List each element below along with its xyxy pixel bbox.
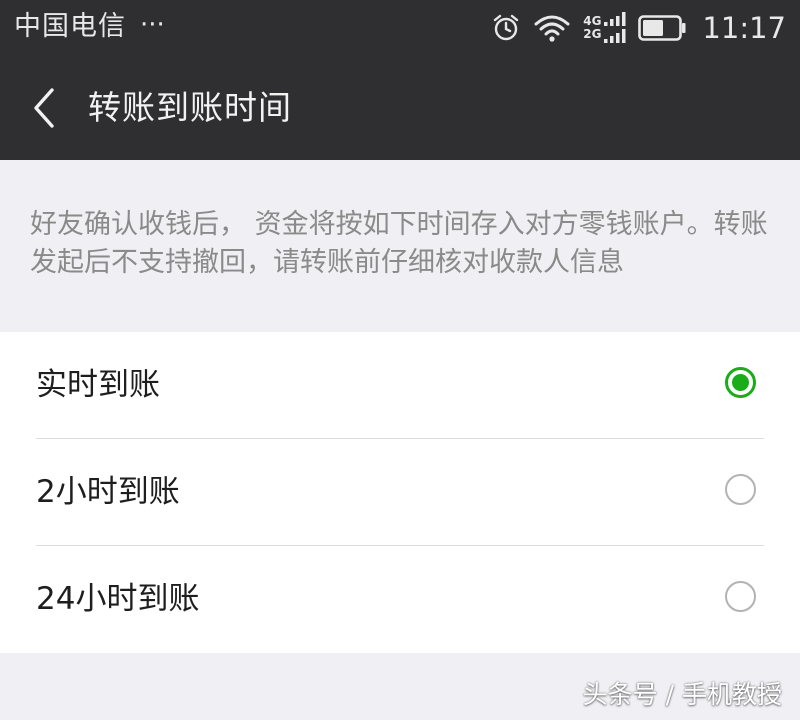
radio-unchecked-icon[interactable]: [725, 581, 756, 612]
alarm-icon: [494, 14, 519, 41]
status-time: 11:17: [702, 11, 786, 45]
transfer-notice: 好友确认收钱后， 资金将按如下时间存入对方零钱账户。转账发起后不支持撤回，请转账…: [30, 209, 768, 278]
battery-icon: [638, 15, 686, 41]
option-label: 实时到账: [36, 367, 160, 403]
radio-dot: [732, 374, 749, 391]
option-label: 2小时到账: [36, 474, 180, 510]
navigation-bar: 转账到账时间: [0, 56, 800, 160]
arrival-time-options: 实时到账 2小时到账 24小时到账: [0, 332, 800, 653]
network-type-secondary: 2G: [583, 27, 602, 41]
radio-checked-icon[interactable]: [725, 367, 756, 398]
signal-icon: [604, 12, 626, 43]
option-24-hours[interactable]: 24小时到账: [0, 546, 800, 652]
chevron-left-icon[interactable]: [28, 86, 62, 130]
carrier-name: 中国电信: [14, 11, 126, 42]
status-bar: 中国电信 ··· 4G 2G 11:17: [0, 0, 800, 56]
option-realtime[interactable]: 实时到账: [0, 332, 800, 438]
option-2-hours[interactable]: 2小时到账: [0, 439, 800, 545]
watermark: 头条号 / 手机教授: [582, 680, 782, 709]
radio-unchecked-icon[interactable]: [725, 474, 756, 505]
option-label: 24小时到账: [36, 581, 200, 617]
status-icons: 4G 2G 11:17: [491, 8, 786, 48]
more-notifications-indicator: ···: [140, 10, 165, 40]
wifi-icon: [534, 15, 570, 42]
page-title: 转账到账时间: [88, 88, 292, 127]
network-type-label: 4G 2G: [583, 15, 601, 41]
